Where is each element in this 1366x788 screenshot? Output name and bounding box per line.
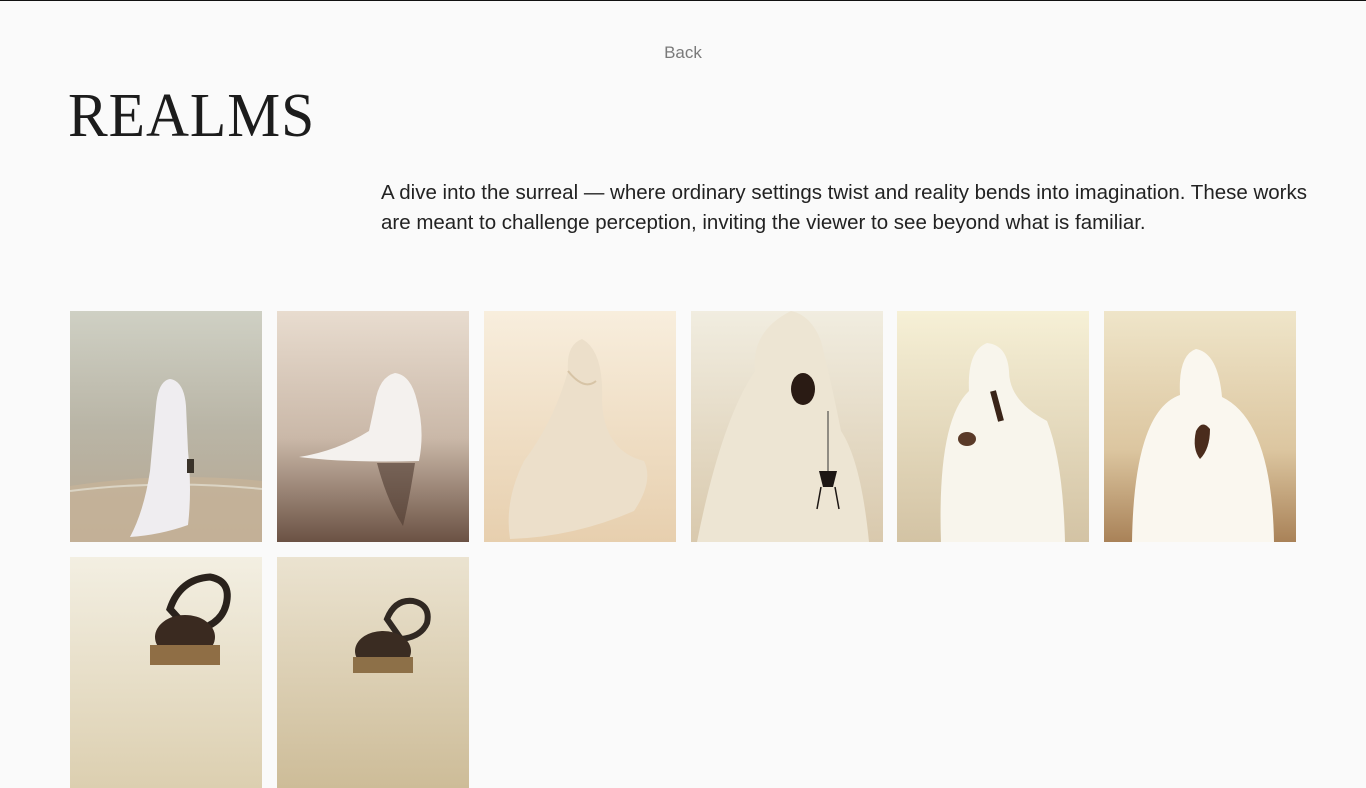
- gallery-image-7[interactable]: [70, 557, 262, 788]
- gallery-image-6[interactable]: [1104, 311, 1296, 542]
- back-link[interactable]: Back: [0, 43, 1366, 63]
- page-title: REALMS: [68, 82, 316, 150]
- gallery-image-4[interactable]: [691, 311, 883, 542]
- page-description: A dive into the surreal — where ordinary…: [381, 181, 1308, 234]
- gallery-image-1[interactable]: [70, 311, 262, 542]
- gallery-image-3[interactable]: [484, 311, 676, 542]
- gallery-image-5[interactable]: [897, 311, 1089, 542]
- gallery-image-8[interactable]: [277, 557, 469, 788]
- gallery-image-2[interactable]: [277, 311, 469, 542]
